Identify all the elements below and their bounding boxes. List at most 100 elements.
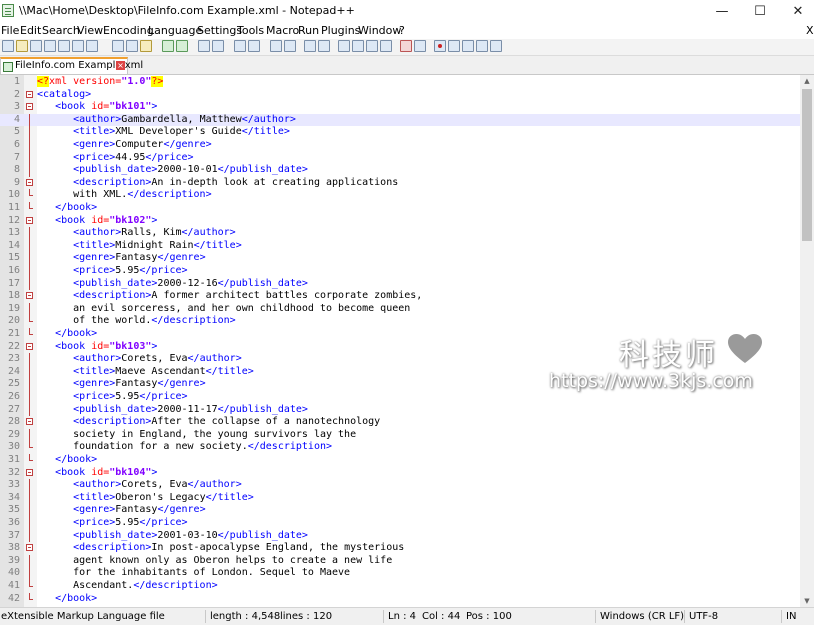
copy-icon[interactable] [126,40,138,52]
fold-toggle-icon[interactable] [26,216,33,224]
code-line[interactable]: 1 <?xml version="1.0"?> [0,76,800,89]
code-line[interactable]: 10 with XML.</description> [0,189,800,202]
code-line[interactable]: 9 <description>An in-depth look at creat… [0,177,800,190]
code-line[interactable]: 5 <title>XML Developer's Guide</title> [0,126,800,139]
replace-icon[interactable] [212,40,224,52]
tab-fileinfo-example[interactable]: FileInfo.com Example.xml × [0,57,143,74]
folder-workspace-icon[interactable] [400,40,412,52]
code-line[interactable]: 39 agent known only as Oberon helps to c… [0,554,800,568]
status-encoding[interactable]: UTF-8 [689,611,718,622]
find-icon[interactable] [198,40,210,52]
menu-settings[interactable]: Settings [197,24,242,37]
close-document-button[interactable]: X [806,24,814,37]
close-window-button[interactable]: ✕ [780,0,814,22]
paste-icon[interactable] [140,40,152,52]
code-line[interactable]: 32 <book id="bk104"> [0,467,800,480]
stop-recording-icon[interactable] [448,40,460,52]
menu-file[interactable]: File [1,24,19,37]
play-macro-icon[interactable] [462,40,474,52]
indent-guide-icon[interactable] [338,40,350,52]
code-line[interactable]: 26 <price>5.95</price> [0,391,800,404]
code-line[interactable]: 14 <title>Midnight Rain</title> [0,239,800,253]
close-file-icon[interactable] [58,40,70,52]
code-line[interactable]: 8 <publish_date>2000-10-01</publish_date… [0,164,800,177]
status-eol[interactable]: Windows (CR LF) [600,611,684,622]
fold-toggle-icon[interactable] [26,342,33,350]
new-file-icon[interactable] [2,40,14,52]
code-line[interactable]: 31 </book> [0,454,800,467]
code-line[interactable]: 4 <author>Gambardella, Matthew</author> [0,113,800,127]
show-all-characters-icon[interactable] [318,40,330,52]
zoom-in-icon[interactable] [234,40,246,52]
menu-edit[interactable]: Edit [20,24,41,37]
code-line[interactable]: 19 an evil sorceress, and her own childh… [0,302,800,316]
menu-macro[interactable]: Macro [266,24,299,37]
code-line[interactable]: 3 <book id="bk101"> [0,101,800,114]
code-line[interactable]: 33 <author>Corets, Eva</author> [0,479,800,492]
sync-horizontal-icon[interactable] [284,40,296,52]
code-line[interactable]: 11 </book> [0,202,800,215]
close-all-icon[interactable] [72,40,84,52]
zoom-out-icon[interactable] [248,40,260,52]
tab-close-icon[interactable]: × [116,61,125,70]
code-line[interactable]: 42 </book> [0,592,800,606]
code-line[interactable]: 27 <publish_date>2000-11-17</publish_dat… [0,403,800,417]
scrollbar-thumb[interactable] [802,89,812,241]
code-line[interactable]: 38 <description>In post-apocalypse Engla… [0,542,800,555]
user-language-icon[interactable] [352,40,364,52]
menu-help[interactable]: ? [399,24,405,37]
fold-toggle-icon[interactable] [26,292,33,300]
fold-toggle-icon[interactable] [26,544,33,552]
menu-tools[interactable]: Tools [237,24,264,37]
document-map-icon[interactable] [366,40,378,52]
function-list-icon[interactable] [380,40,392,52]
code-line[interactable]: 12 <book id="bk102"> [0,215,800,228]
code-line[interactable]: 36 <price>5.95</price> [0,517,800,530]
code-line[interactable]: 7 <price>44.95</price> [0,151,800,165]
record-macro-icon[interactable] [434,40,446,52]
monitoring-icon[interactable] [414,40,426,52]
cut-icon[interactable] [112,40,124,52]
fold-toggle-icon[interactable] [26,418,33,426]
run-macro-multiple-icon[interactable] [476,40,488,52]
save-macro-icon[interactable] [490,40,502,52]
code-line[interactable]: 15 <genre>Fantasy</genre> [0,252,800,265]
scroll-up-icon[interactable]: ▲ [800,75,814,87]
code-line[interactable]: 28 <description>After the collapse of a … [0,416,800,429]
code-line[interactable]: 6 <genre>Computer</genre> [0,139,800,152]
code-line[interactable]: 35 <genre>Fantasy</genre> [0,504,800,517]
menu-search[interactable]: Search [42,24,80,37]
print-icon[interactable] [86,40,98,52]
save-icon[interactable] [30,40,42,52]
save-all-icon[interactable] [44,40,56,52]
minimize-button[interactable]: — [704,0,740,22]
redo-icon[interactable] [176,40,188,52]
open-file-icon[interactable] [16,40,28,52]
code-line[interactable]: 20 of the world.</description> [0,315,800,328]
code-line[interactable]: 30 foundation for a new society.</descri… [0,441,800,454]
menu-view[interactable]: View [77,24,103,37]
code-line[interactable]: 40 for the inhabitants of London. Sequel… [0,567,800,580]
code-line[interactable]: 2 <catalog> [0,89,800,102]
undo-icon[interactable] [162,40,174,52]
code-line[interactable]: 16 <price>5.95</price> [0,265,800,278]
code-line[interactable]: 18 <description>A former architect battl… [0,290,800,303]
menu-plugins[interactable]: Plugins [321,24,360,37]
fold-toggle-icon[interactable] [26,468,33,476]
code-line[interactable]: 13 <author>Ralls, Kim</author> [0,227,800,240]
menu-run[interactable]: Run [298,24,319,37]
menu-window[interactable]: Window [358,24,401,37]
fold-toggle-icon[interactable] [26,103,33,111]
maximize-button[interactable]: ☐ [742,0,778,22]
code-line[interactable]: 34 <title>Oberon's Legacy</title> [0,491,800,505]
code-line[interactable]: 29 society in England, the young survivo… [0,428,800,442]
fold-toggle-icon[interactable] [26,178,33,186]
sync-vertical-icon[interactable] [270,40,282,52]
code-line[interactable]: 37 <publish_date>2001-03-10</publish_dat… [0,529,800,543]
code-line[interactable]: 17 <publish_date>2000-12-16</publish_dat… [0,277,800,291]
code-line[interactable]: 41 Ascendant.</description> [0,580,800,593]
word-wrap-icon[interactable] [304,40,316,52]
menu-encoding[interactable]: Encoding [103,24,154,37]
vertical-scrollbar[interactable]: ▲ ▼ [800,75,814,607]
menu-language[interactable]: Language [148,24,202,37]
